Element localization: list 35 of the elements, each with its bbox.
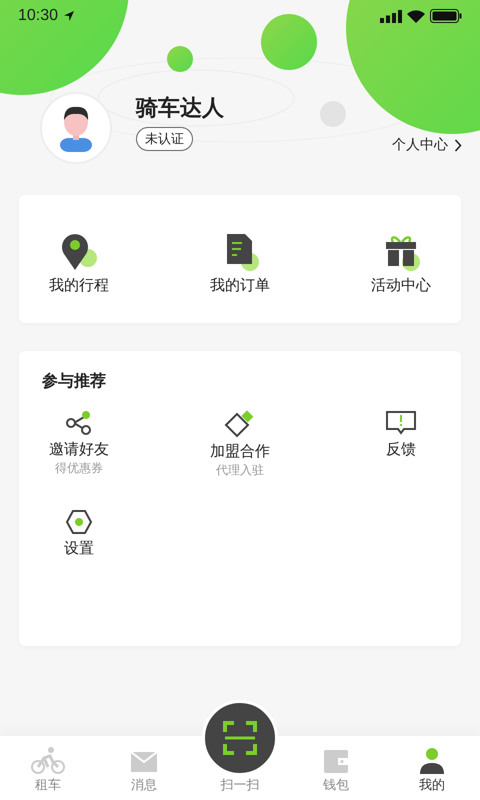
scan-icon bbox=[222, 720, 258, 756]
item-subtitle: 代理入驻 bbox=[216, 462, 264, 479]
user-name: 骑车达人 bbox=[136, 95, 224, 123]
item-subtitle: 得优惠券 bbox=[55, 460, 103, 477]
personal-center-link[interactable]: 个人中心 bbox=[392, 136, 462, 154]
recommend-item[interactable]: 加盟合作 代理入驻 bbox=[210, 410, 270, 479]
bicycle-icon bbox=[31, 746, 65, 774]
tab[interactable]: 钱包 bbox=[288, 736, 384, 800]
feedback-icon bbox=[385, 410, 417, 436]
tab[interactable]: 消息 bbox=[96, 736, 192, 800]
verification-badge: 未认证 bbox=[136, 127, 193, 151]
chevron-right-icon bbox=[454, 138, 462, 152]
section-title: 参与推荐 bbox=[41, 370, 106, 392]
settings-icon bbox=[65, 509, 93, 535]
tab[interactable]: 租车 bbox=[0, 736, 96, 800]
quick-action[interactable]: 我的行程 bbox=[49, 232, 109, 294]
wifi-icon bbox=[407, 10, 425, 22]
decorative-circle bbox=[261, 14, 317, 70]
map-pin-icon bbox=[59, 232, 99, 272]
signal-icon bbox=[380, 10, 402, 22]
envelope-icon bbox=[130, 750, 158, 774]
recommend-item[interactable]: 邀请好友 得优惠券 bbox=[49, 410, 109, 477]
scan-label[interactable]: 扫一扫 bbox=[220, 776, 260, 794]
tab[interactable]: 我的 bbox=[384, 736, 480, 800]
status-time: 10:30 bbox=[18, 7, 58, 25]
quick-action[interactable]: 活动中心 bbox=[371, 232, 431, 294]
decorative-circle bbox=[167, 46, 193, 72]
quick-action[interactable]: 我的订单 bbox=[210, 232, 270, 294]
person-icon bbox=[418, 748, 446, 774]
recommend-item[interactable]: 设置 bbox=[64, 509, 94, 558]
location-arrow-icon bbox=[63, 10, 76, 22]
recommend-item[interactable]: 反馈 bbox=[385, 410, 417, 459]
wallet-icon bbox=[323, 748, 349, 774]
battery-icon bbox=[430, 9, 462, 23]
share-icon bbox=[65, 410, 93, 436]
